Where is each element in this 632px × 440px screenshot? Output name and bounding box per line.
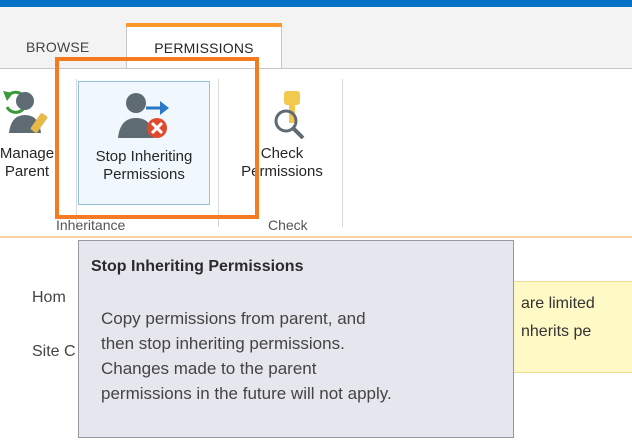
tab-permissions-label: PERMISSIONS (154, 40, 254, 56)
stop-inheriting-permissions-button[interactable]: Stop Inheriting Permissions (78, 81, 210, 205)
manage-parent-button[interactable]: Manage Parent (0, 87, 72, 181)
group-label-inheritance: Inheritance (56, 217, 126, 233)
group-label-check: Check (268, 217, 308, 233)
suite-top-bar (0, 0, 632, 7)
manage-parent-icon (3, 90, 48, 133)
ribbon-panel: Manage Parent Stop Inheriting Permission… (0, 68, 632, 238)
site-contents-link[interactable]: Site C (32, 343, 76, 361)
home-link[interactable]: Hom (32, 289, 66, 307)
ribbon-tab-row: BROWSE PERMISSIONS (0, 7, 632, 75)
separator (76, 79, 77, 227)
permissions-notice-bar: are limited nherits pe (508, 281, 632, 373)
check-permissions-label: Check Permissions (241, 145, 323, 180)
stop-inheriting-icon (118, 93, 169, 138)
notice-line-1: are limited (521, 295, 595, 312)
manage-parent-label: Manage Parent (0, 145, 55, 180)
notice-line-2: nherits pe (521, 323, 592, 340)
tooltip-body: Copy permissions from parent, and then s… (101, 309, 392, 403)
tooltip: Stop Inheriting Permissions Copy permiss… (78, 240, 514, 438)
tab-active-indicator (126, 23, 282, 27)
tab-browse[interactable]: BROWSE (26, 39, 89, 55)
tooltip-title: Stop Inheriting Permissions (91, 258, 304, 275)
separator (342, 79, 343, 227)
separator (218, 79, 219, 227)
check-permissions-icon (274, 91, 305, 139)
stop-inheriting-label: Stop Inheriting Permissions (95, 148, 193, 183)
check-permissions-button[interactable]: Check Permissions (230, 87, 334, 181)
